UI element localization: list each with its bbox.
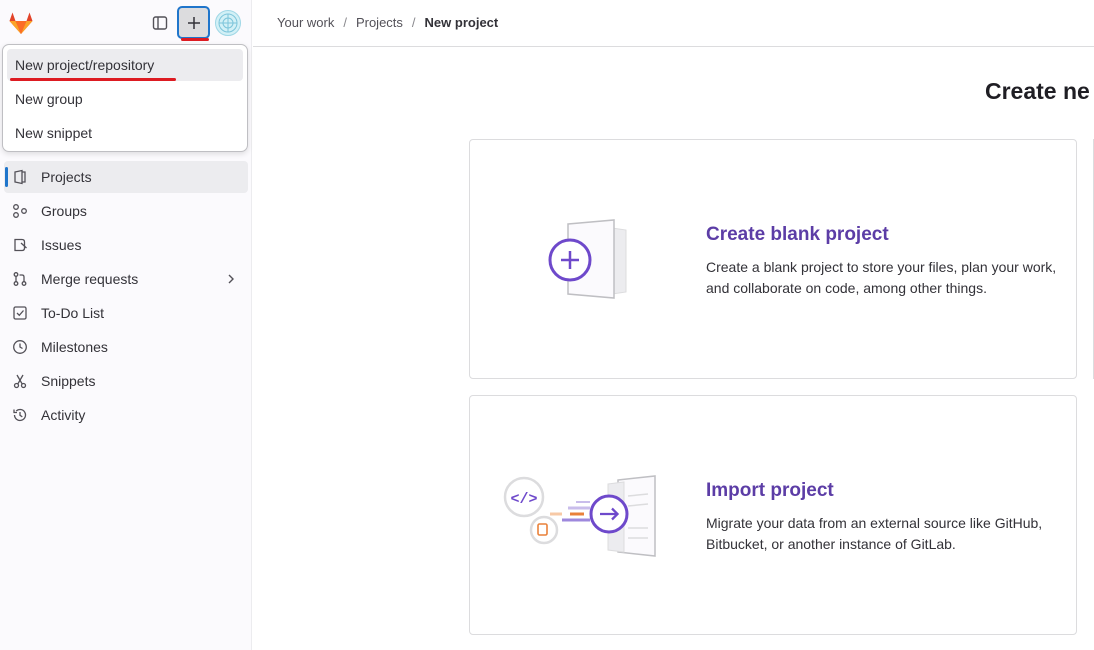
sidebar-toggle-icon: [152, 16, 168, 30]
project-icon: [12, 169, 28, 185]
sidebar-item-label: Snippets: [41, 373, 96, 389]
sidebar-nav: Projects Groups Issues Merge requests To…: [4, 161, 248, 433]
top-bar: Your work / Projects / New project: [253, 0, 1094, 47]
issues-icon: [12, 237, 28, 253]
milestone-icon: [12, 339, 28, 355]
card-description: Create a blank project to store your fil…: [706, 259, 1057, 296]
sidebar-header: [0, 0, 252, 46]
create-blank-project-card[interactable]: Create blank project Create a blank proj…: [469, 139, 1077, 379]
sidebar-item-issues[interactable]: Issues: [4, 229, 248, 261]
chevron-right-icon: [228, 274, 234, 284]
menu-item-label: New snippet: [15, 125, 93, 141]
sidebar-item-merge-requests[interactable]: Merge requests: [4, 263, 248, 295]
breadcrumb: Your work / Projects / New project: [277, 15, 498, 30]
todo-icon: [12, 305, 28, 321]
menu-item-label: New group: [15, 91, 83, 107]
sidebar-item-groups[interactable]: Groups: [4, 195, 248, 227]
blank-project-illustration-icon: [548, 219, 627, 299]
menu-item-label: New project/repository: [15, 57, 155, 73]
gitlab-logo-icon[interactable]: [8, 10, 34, 36]
new-group-menu-item[interactable]: New group: [7, 83, 243, 115]
card-title[interactable]: Create blank project: [706, 224, 889, 246]
highlight-underline: [181, 38, 209, 41]
merge-request-icon: [12, 271, 28, 287]
breadcrumb-separator: /: [343, 15, 347, 30]
card-title[interactable]: Import project: [706, 480, 834, 502]
sidebar-item-label: To-Do List: [41, 305, 105, 321]
sidebar-item-label: Groups: [41, 203, 87, 219]
breadcrumb-projects[interactable]: Projects: [356, 15, 403, 30]
sidebar-item-label: Activity: [41, 407, 86, 423]
new-snippet-menu-item[interactable]: New snippet: [7, 117, 243, 149]
sidebar-item-activity[interactable]: Activity: [4, 399, 248, 431]
import-project-card[interactable]: </> Import project Migrate your data fro…: [469, 395, 1077, 635]
page-title: Create ne: [985, 78, 1090, 104]
card-description: Migrate your data from an external sourc…: [706, 515, 1043, 552]
import-project-illustration-icon: </>: [503, 475, 656, 557]
sidebar-item-label: Milestones: [41, 339, 108, 355]
group-icon: [12, 203, 28, 219]
history-icon: [12, 407, 28, 423]
sidebar-toggle-button[interactable]: [146, 9, 174, 37]
breadcrumb-separator: /: [411, 15, 416, 30]
create-new-button[interactable]: [177, 6, 210, 39]
sidebar-item-label: Merge requests: [41, 271, 139, 287]
sidebar-item-todo-list[interactable]: To-Do List: [4, 297, 248, 329]
sidebar-item-snippets[interactable]: Snippets: [4, 365, 248, 397]
new-project-menu-item[interactable]: New project/repository: [7, 49, 243, 81]
breadcrumb-current[interactable]: New project: [425, 15, 499, 30]
snippet-icon: [12, 373, 28, 389]
sidebar-item-projects[interactable]: Projects: [4, 161, 248, 193]
plus-icon: [187, 16, 200, 29]
sidebar-item-label: Issues: [41, 237, 82, 253]
sidebar-item-label: Projects: [41, 169, 92, 185]
create-new-dropdown: New project/repository New group New sni…: [2, 44, 248, 152]
highlight-underline: [10, 78, 176, 81]
breadcrumb-your-work[interactable]: Your work: [277, 15, 334, 30]
user-avatar[interactable]: [215, 10, 241, 36]
svg-text:</>: </>: [510, 491, 537, 508]
sidebar-item-milestones[interactable]: Milestones: [4, 331, 248, 363]
avatar-pattern-icon: [218, 13, 238, 33]
